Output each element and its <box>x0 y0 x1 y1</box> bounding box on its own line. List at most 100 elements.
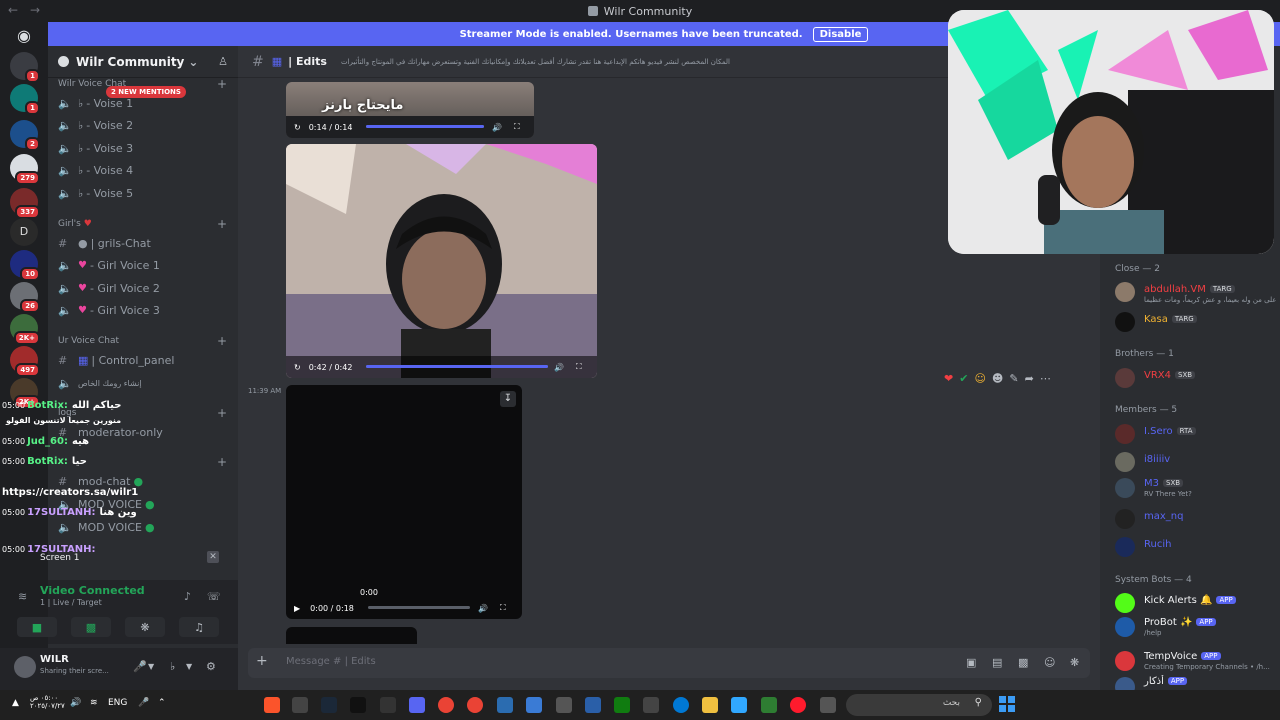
app-icon[interactable] <box>585 697 601 713</box>
video-player[interactable]: مايحتاج بارنز ↻ 0:14 / 0:14 🔊 ⛶ <box>286 82 534 138</box>
gif-icon[interactable]: ▤ <box>992 656 1002 669</box>
server-icon[interactable]: 2K+ <box>10 314 40 345</box>
server-icon[interactable]: 2 <box>10 120 40 151</box>
member-item[interactable]: M3 SXB RV There Yet? <box>1115 476 1280 498</box>
add-member-icon[interactable]: ♙ <box>218 55 228 68</box>
avatar[interactable] <box>14 656 36 678</box>
headphones-icon[interactable]: ♭ <box>170 660 175 673</box>
server-icon[interactable]: 26 <box>10 282 40 313</box>
video-player[interactable] <box>286 627 417 644</box>
member-item[interactable]: abdullah.VM TARG على من وله بعيما، و عش ك… <box>1115 280 1280 304</box>
app-icon[interactable] <box>731 697 747 713</box>
microphone-icon[interactable]: 🎤 <box>138 698 149 708</box>
plus-icon[interactable]: + <box>256 653 268 669</box>
server-icon[interactable]: 1 <box>10 84 40 115</box>
search-box[interactable]: بحث ⚲ <box>846 694 992 716</box>
windows-start-icon[interactable] <box>999 696 1015 712</box>
close-icon[interactable]: ✕ <box>207 551 219 563</box>
progress-track[interactable] <box>368 606 470 609</box>
discord-home-icon[interactable]: ◉ <box>10 22 38 50</box>
member-item[interactable]: VRX4 SXB <box>1115 366 1280 388</box>
chrome-icon[interactable] <box>467 697 483 713</box>
voice-channel[interactable]: 🔈 MOD VOICE ● <box>58 517 228 537</box>
voice-channel[interactable]: 🔈 ♭ - Voise 2 <box>58 115 228 135</box>
member-item[interactable]: I.Sero RTA <box>1115 422 1280 444</box>
channel-topic[interactable]: المكان المخصص لنشر فيديو هاتكم الإبداعية… <box>341 58 730 66</box>
voice-channel[interactable]: 🔈 ♭ - Voise 1 <box>58 93 228 113</box>
volume-icon[interactable]: 🔊 <box>70 698 81 708</box>
play-icon[interactable]: ▶ <box>294 604 300 613</box>
network-icon[interactable]: ▲ <box>12 698 19 708</box>
add-reaction-icon[interactable]: ☻ <box>992 372 1003 385</box>
app-icon[interactable] <box>820 697 836 713</box>
brave-icon[interactable] <box>264 697 280 713</box>
noise-suppression-icon[interactable]: ♪ <box>184 590 191 603</box>
smile-reaction-icon[interactable]: ☺ <box>974 372 985 385</box>
volume-icon[interactable]: 🔊 <box>492 123 502 132</box>
video-player[interactable]: ↧ 0:00 ▶ 0:00 / 0:18 🔊 ⛶ <box>286 385 522 619</box>
chevron-up-icon[interactable]: ⌃ <box>158 698 166 708</box>
text-channel[interactable]: # ● | grils-Chat <box>58 233 228 253</box>
gear-icon[interactable]: ⚙ <box>206 660 216 673</box>
app-icon[interactable] <box>526 697 542 713</box>
voice-channel[interactable]: 🔈 ♭ - Voise 5 <box>58 183 228 203</box>
sticker-icon[interactable]: ▩ <box>1018 656 1028 669</box>
more-icon[interactable]: ⋯ <box>1040 372 1051 385</box>
category-girls[interactable]: Girl's ♥ <box>58 219 92 229</box>
settings-icon[interactable] <box>556 697 572 713</box>
fullscreen-icon[interactable]: ⛶ <box>500 603 506 613</box>
wifi-icon[interactable]: ≋ <box>90 698 98 708</box>
screen-share-button[interactable]: ▩ <box>71 617 111 637</box>
voice-channel[interactable]: 🔈 ♥ - Girl Voice 1 <box>58 255 228 275</box>
video-player[interactable]: ↻ 0:42 / 0:42 🔊 ⛶ <box>286 144 597 378</box>
soundboard-button[interactable]: ♫ <box>179 617 219 637</box>
fullscreen-icon[interactable]: ⛶ <box>576 362 582 372</box>
chevron-down-icon[interactable]: ▼ <box>186 662 192 671</box>
member-item[interactable]: TempVoice APP Creating Temporary Channels… <box>1115 649 1280 671</box>
fullscreen-icon[interactable]: ⛶ <box>514 122 520 132</box>
heart-reaction-icon[interactable]: ❤ <box>944 372 953 385</box>
chevron-down-icon[interactable]: ▼ <box>148 662 154 671</box>
server-icon[interactable]: 1 <box>10 52 40 83</box>
camera-button[interactable]: ■ <box>17 617 57 637</box>
server-icon[interactable]: D <box>10 218 38 246</box>
replay-icon[interactable]: ↻ <box>294 123 301 132</box>
volume-icon[interactable]: 🔊 <box>478 604 488 613</box>
category-ur-voice[interactable]: Ur Voice Chat <box>58 336 119 346</box>
member-item[interactable]: ProBot ✨ APP /help <box>1115 615 1280 637</box>
folder-icon[interactable] <box>702 697 718 713</box>
xbox-icon[interactable] <box>614 697 630 713</box>
activities-button[interactable]: ❋ <box>125 617 165 637</box>
volume-icon[interactable]: 🔊 <box>554 363 564 372</box>
tiktok-icon[interactable] <box>350 697 366 713</box>
gift-icon[interactable]: ▣ <box>966 656 976 669</box>
server-icon[interactable]: 497 <box>10 346 40 377</box>
chrome-icon[interactable] <box>438 697 454 713</box>
disable-button[interactable]: Disable <box>812 26 869 42</box>
discord-icon[interactable] <box>409 697 425 713</box>
server-icon[interactable]: 279 <box>10 154 40 185</box>
app-icon[interactable] <box>497 697 513 713</box>
voice-channel[interactable]: 🔈 ♥ - Girl Voice 2 <box>58 278 228 298</box>
emoji-icon[interactable]: ☺ <box>1044 656 1055 669</box>
forward-arrow-icon[interactable]: → <box>30 3 40 17</box>
voice-channel[interactable]: 🔈 ♭ - Voise 4 <box>58 160 228 180</box>
voice-channel[interactable]: 🔈 إنشاء رومك الخاص <box>58 373 228 393</box>
member-item[interactable]: Rucih <box>1115 535 1280 557</box>
server-icon[interactable]: 337 <box>10 188 40 219</box>
voice-channel[interactable]: 🔈 ♥ - Girl Voice 3 <box>58 300 228 320</box>
member-item[interactable]: i8iiiiv <box>1115 450 1280 472</box>
guild-header[interactable]: Wilr Community ⌄ ♙ <box>48 46 238 78</box>
capcut-icon[interactable] <box>380 697 396 713</box>
disconnect-icon[interactable]: ☏ <box>207 590 221 603</box>
voice-channel[interactable]: 🔈 ♭ - Voise 3 <box>58 138 228 158</box>
obs-icon[interactable] <box>292 697 308 713</box>
user-name[interactable]: WILR <box>40 654 69 665</box>
language-indicator[interactable]: ENG <box>108 698 127 708</box>
edge-icon[interactable] <box>673 697 689 713</box>
steam-icon[interactable] <box>321 697 337 713</box>
member-item[interactable]: Kick Alerts 🔔 APP <box>1115 591 1280 613</box>
message-composer[interactable]: + Message # | Edits ▣ ▤ ▩ ☺ ❋ <box>248 648 1090 678</box>
member-item[interactable]: max_nq <box>1115 507 1280 529</box>
app-icon[interactable] <box>761 697 777 713</box>
